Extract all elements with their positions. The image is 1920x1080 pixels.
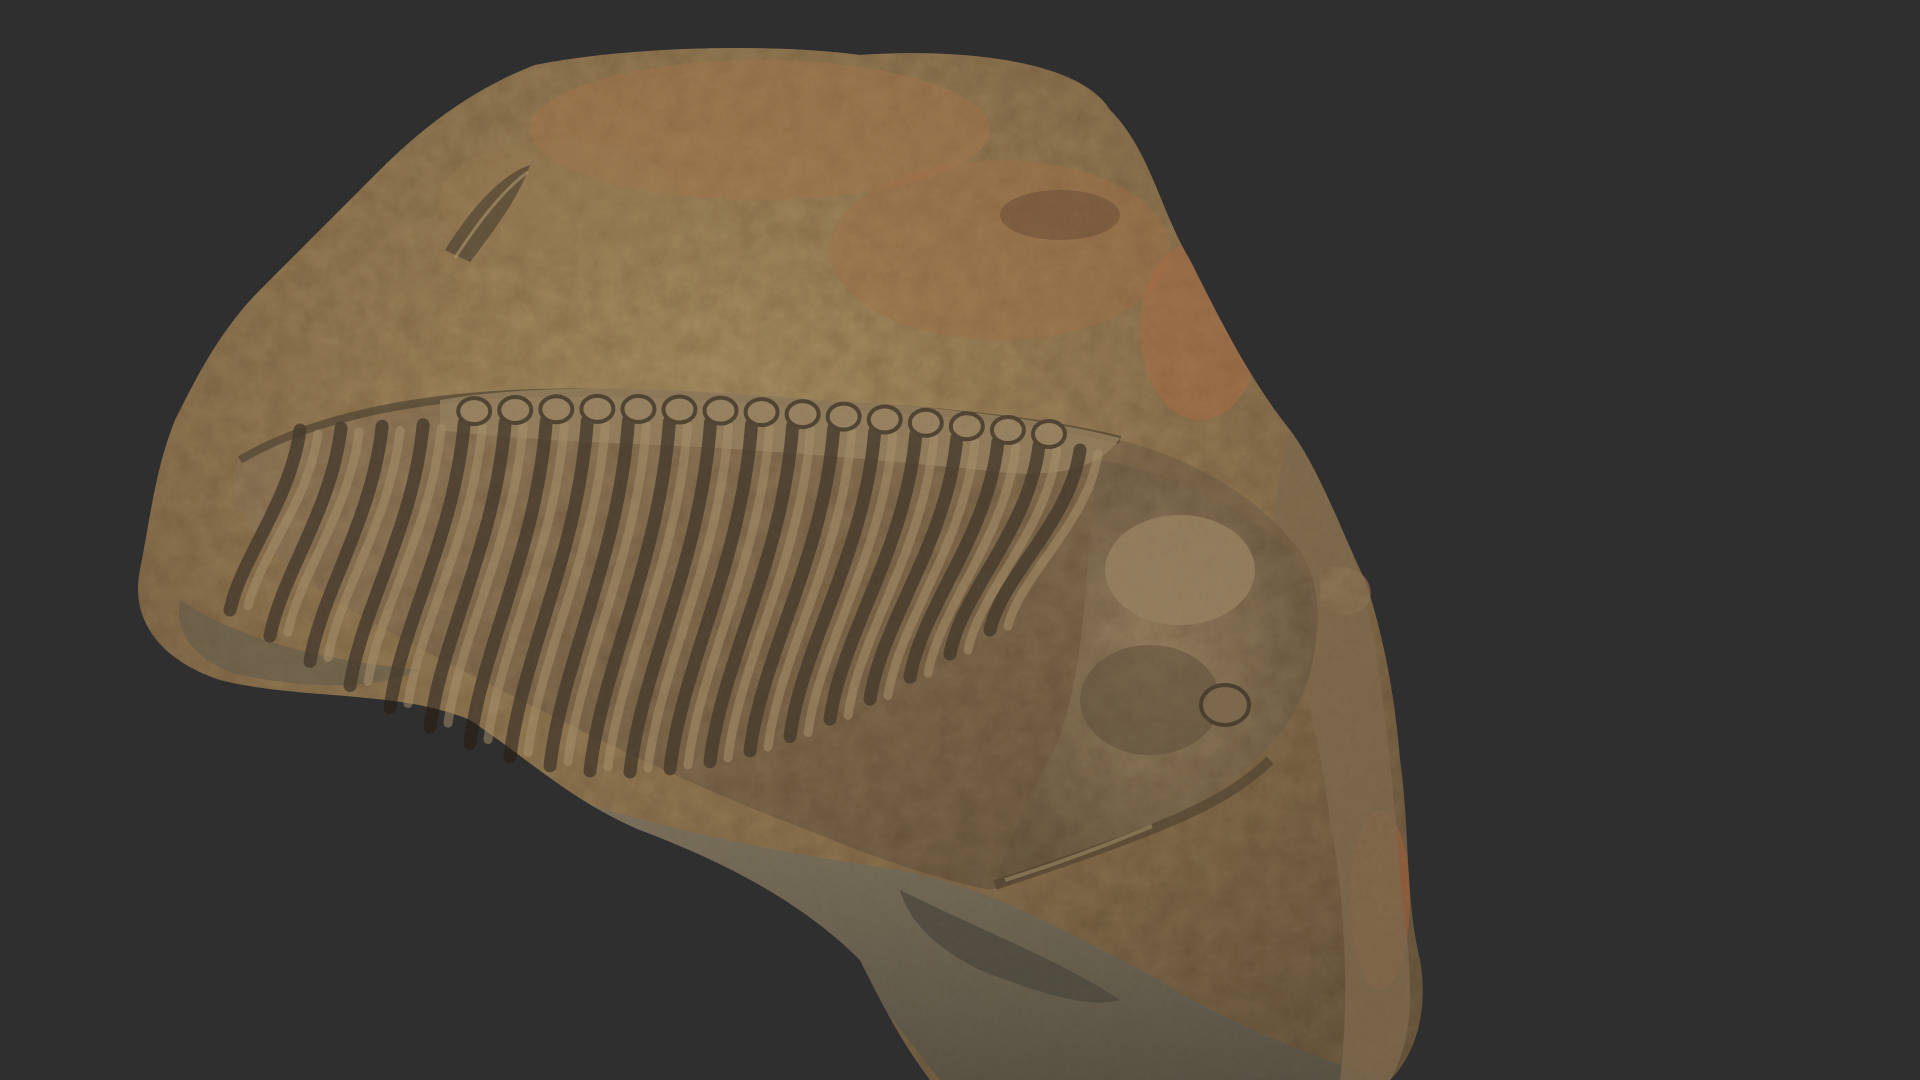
rock-texture-overlay (138, 47, 1423, 1080)
fossil-scene (138, 47, 1423, 1080)
viewer-canvas[interactable] (0, 0, 1920, 1080)
